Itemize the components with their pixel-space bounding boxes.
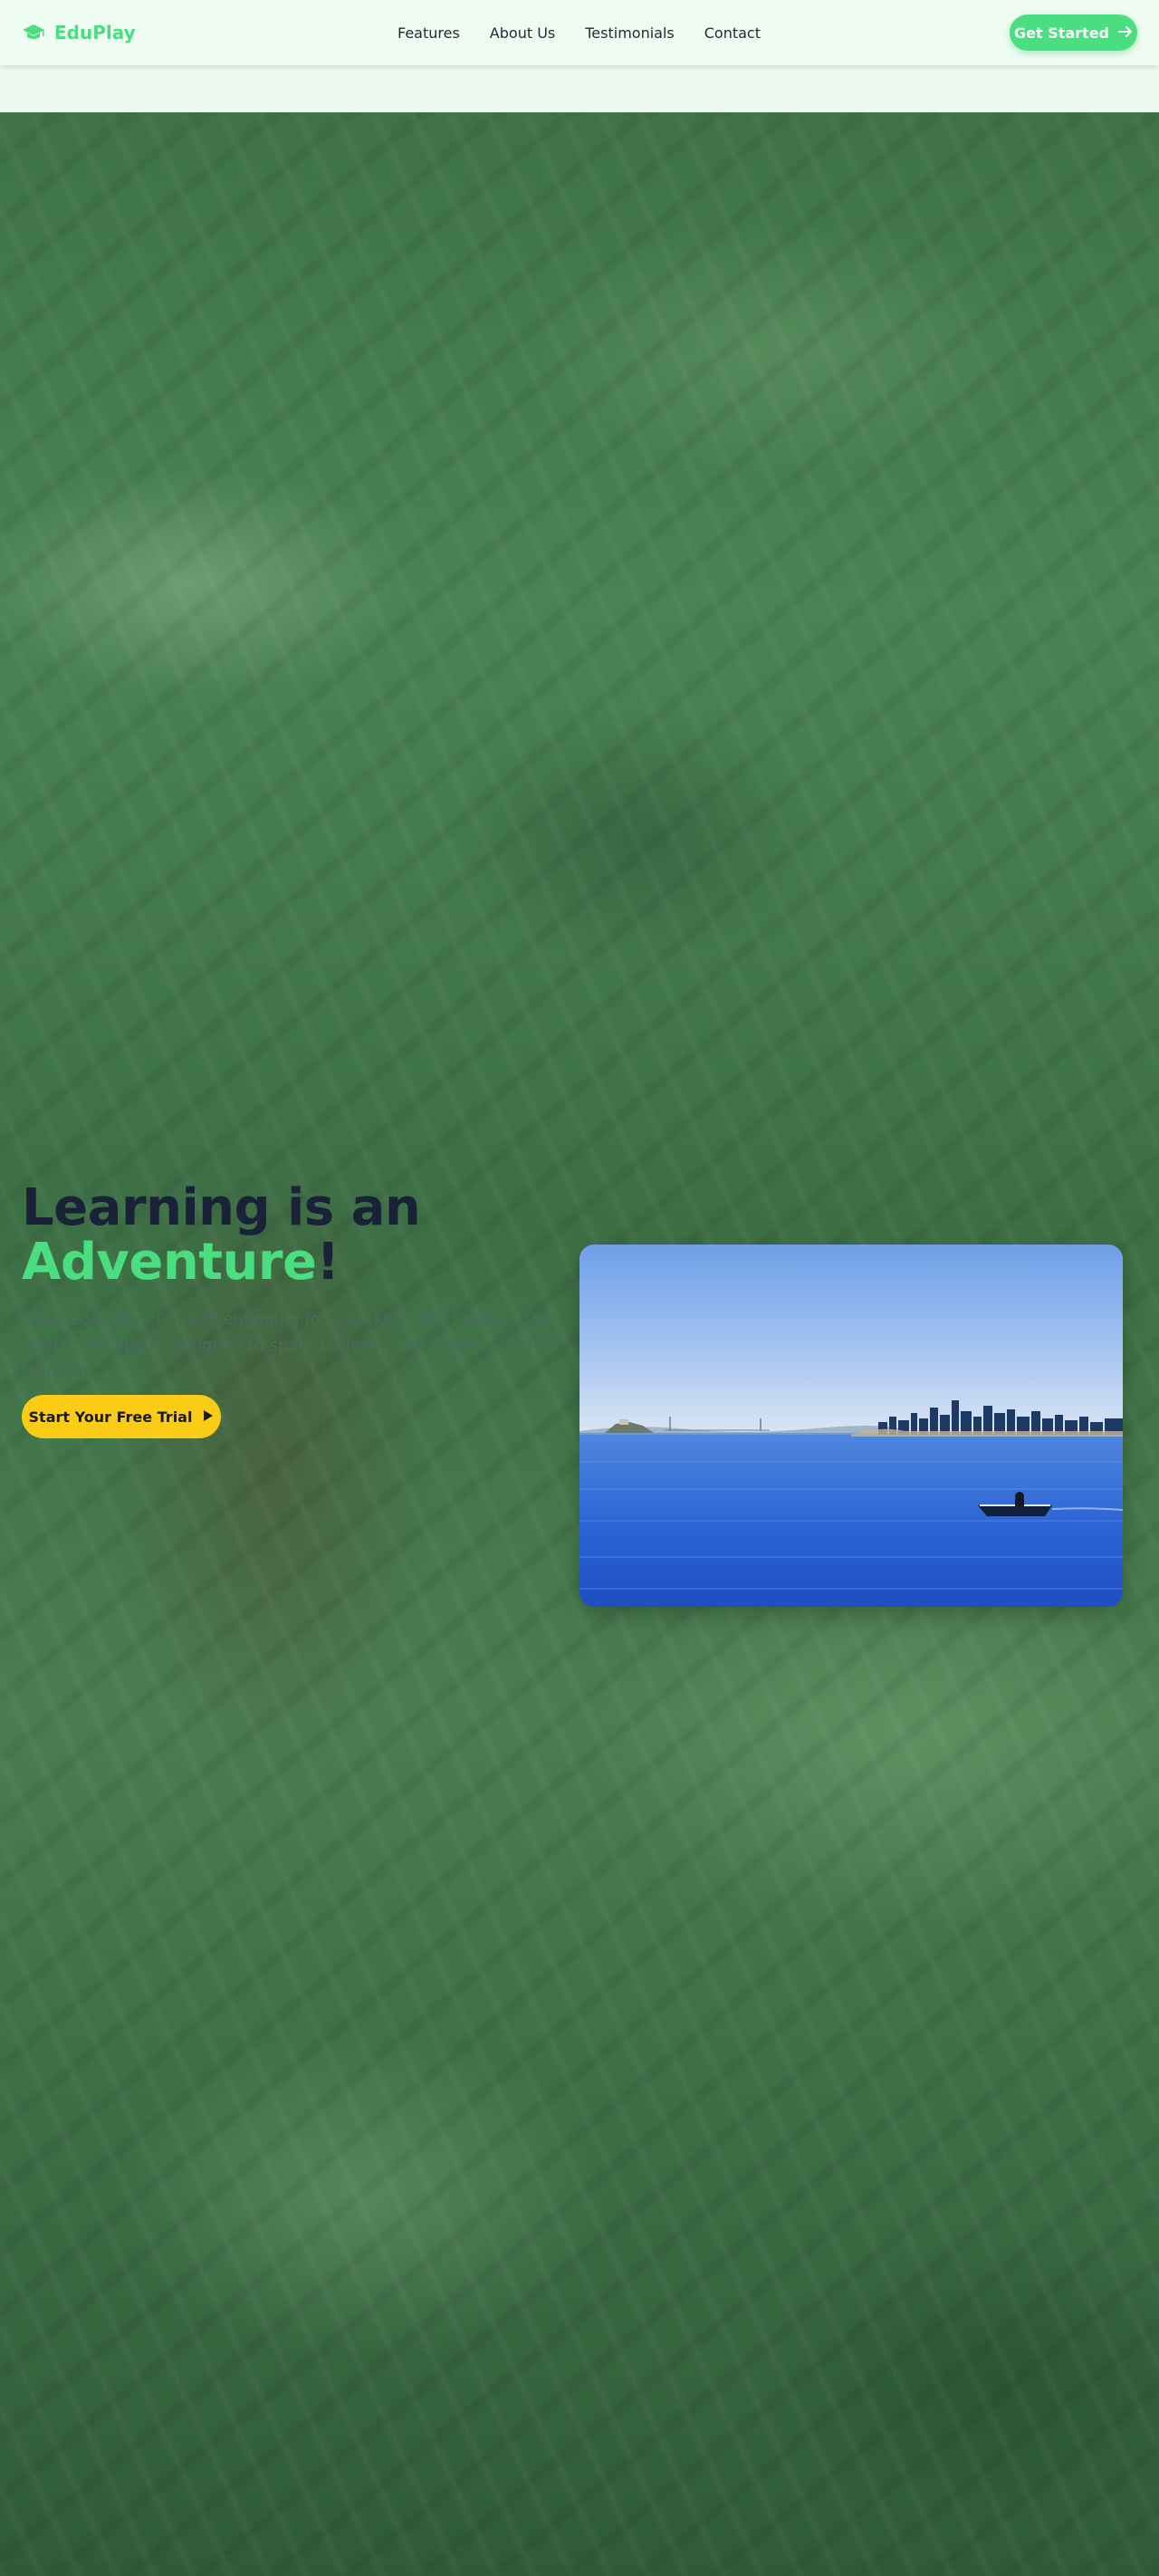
play-icon bbox=[203, 1408, 214, 1426]
hero-image bbox=[580, 1245, 1123, 1607]
nav-features[interactable]: Features bbox=[398, 24, 460, 42]
headline-accent: Adventure bbox=[22, 1233, 317, 1292]
get-started-button[interactable]: Get Started bbox=[1010, 14, 1137, 51]
get-started-label: Get Started bbox=[1013, 24, 1109, 42]
hero-section: Learning is an Adventure! Make education… bbox=[0, 112, 1159, 2576]
graduation-cap-icon bbox=[22, 24, 45, 42]
main-nav: Features About Us Testimonials Contact bbox=[398, 22, 761, 43]
headline-line1: Learning is an bbox=[22, 1178, 421, 1237]
brand-logo[interactable]: EduPlay bbox=[22, 20, 136, 45]
nav-about-us[interactable]: About Us bbox=[490, 24, 555, 42]
san-francisco-bay-boat-photo bbox=[580, 1245, 1123, 1607]
hero-headline: Learning is an Adventure! bbox=[22, 1181, 565, 1290]
hero-text: Learning is an Adventure! Make education… bbox=[22, 1181, 565, 1438]
header-spacer bbox=[0, 65, 1159, 112]
arrow-right-icon bbox=[1118, 24, 1133, 42]
hero-subtext: Make education fun and engaging for your… bbox=[22, 1310, 560, 1381]
start-free-trial-label: Start Your Free Trial bbox=[28, 1408, 193, 1426]
nav-testimonials[interactable]: Testimonials bbox=[585, 24, 675, 42]
start-free-trial-button[interactable]: Start Your Free Trial bbox=[22, 1395, 221, 1438]
site-header: EduPlay Features About Us Testimonials C… bbox=[0, 0, 1159, 65]
headline-end: ! bbox=[316, 1233, 340, 1292]
nav-contact[interactable]: Contact bbox=[704, 24, 761, 42]
brand-name: EduPlay bbox=[54, 22, 136, 43]
